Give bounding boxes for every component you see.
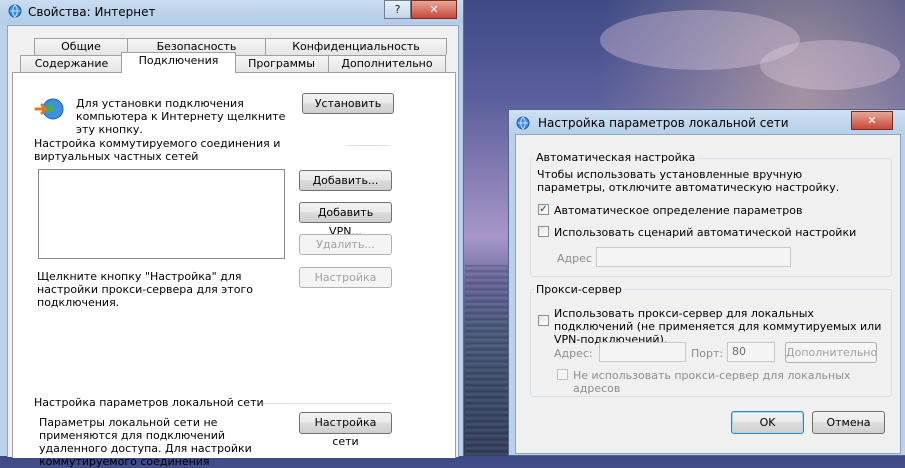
dialup-section-header: Настройка коммутируемого соединения и ви… — [34, 137, 281, 163]
bypass-local-label[interactable]: Не использовать прокси-сервер для локаль… — [573, 369, 900, 395]
internet-options-icon — [8, 4, 22, 18]
port-field[interactable]: 80 — [727, 342, 775, 362]
connection-wizard-icon — [34, 98, 64, 120]
script-address-field[interactable] — [596, 247, 791, 267]
proxy-group-label: Прокси-сервер — [534, 283, 624, 296]
auto-config-description: Чтобы использовать установленные вручную… — [537, 168, 840, 194]
proxy-advanced-button[interactable]: Дополнительно — [785, 342, 877, 363]
tab-advanced[interactable]: Дополнительно — [328, 55, 446, 73]
lan-section-header: Настройка параметров локальной сети — [34, 396, 264, 409]
add-vpn-button[interactable]: Добавить VPN... — [299, 202, 392, 238]
internet-options-icon — [516, 116, 530, 130]
setup-text: Для установки подключения компьютера к И… — [76, 97, 286, 136]
internet-properties-window: Свойства: Интернет ? ✕ Общие Безопасност… — [0, 0, 464, 468]
remove-button[interactable]: Удалить... — [299, 234, 392, 255]
proxy-hint-text: Щелкните кнопку "Настройка" для настройк… — [37, 270, 253, 309]
lan-window-title: Настройка параметров локальной сети — [538, 116, 789, 130]
tab-privacy[interactable]: Конфиденциальность — [265, 38, 447, 55]
title-bar[interactable]: Свойства: Интернет ? ✕ — [0, 0, 463, 24]
divider — [346, 145, 390, 146]
divider — [263, 403, 391, 404]
auto-detect-label[interactable]: Автоматическое определение параметров — [554, 204, 802, 217]
auto-config-group-label: Автоматическая настройка — [534, 151, 698, 164]
auto-script-label[interactable]: Использовать сценарий автоматической нас… — [554, 226, 856, 239]
close-button[interactable]: ✕ — [411, 0, 457, 19]
help-button[interactable]: ? — [384, 0, 411, 19]
tab-connections[interactable]: Подключения — [121, 52, 236, 73]
dialog-client-area: Общие Безопасность Конфиденциальность Со… — [7, 25, 459, 468]
port-label: Порт: — [691, 347, 724, 360]
lan-client-area: Автоматическая настройка Чтобы использов… — [515, 134, 901, 454]
lan-close-button[interactable]: ✕ — [851, 111, 893, 130]
lan-settings-button[interactable]: Настройка сети — [299, 412, 392, 448]
proxy-address-label: Адрес: — [554, 347, 593, 360]
lan-description: Параметры локальной сети не применяются … — [39, 416, 252, 468]
cancel-button[interactable]: Отмена — [812, 411, 885, 434]
tab-content[interactable]: Содержание — [20, 55, 123, 73]
tab-general[interactable]: Общие — [34, 38, 128, 55]
proxy-address-field[interactable] — [599, 342, 686, 362]
use-proxy-checkbox[interactable] — [538, 315, 549, 326]
use-proxy-label[interactable]: Использовать прокси-сервер для локальных… — [554, 307, 884, 346]
window-title: Свойства: Интернет — [28, 5, 156, 19]
ok-button[interactable]: OK — [731, 411, 804, 434]
tab-programs[interactable]: Программы — [234, 55, 329, 73]
lan-settings-window: Настройка параметров локальной сети ✕ Ав… — [508, 109, 905, 456]
setup-button[interactable]: Установить — [302, 93, 394, 114]
connections-listbox[interactable] — [38, 169, 285, 259]
add-button[interactable]: Добавить... — [299, 170, 392, 191]
lan-title-bar[interactable]: Настройка параметров локальной сети ✕ — [509, 110, 905, 134]
auto-detect-checkbox[interactable]: ✓ — [538, 204, 549, 215]
auto-script-checkbox[interactable] — [538, 226, 549, 237]
dialup-settings-button[interactable]: Настройка — [299, 267, 392, 288]
connections-page: Для установки подключения компьютера к И… — [12, 72, 456, 468]
script-address-label: Адрес — [557, 252, 592, 265]
bypass-local-checkbox[interactable] — [557, 369, 568, 380]
desktop-cloud — [760, 40, 900, 90]
